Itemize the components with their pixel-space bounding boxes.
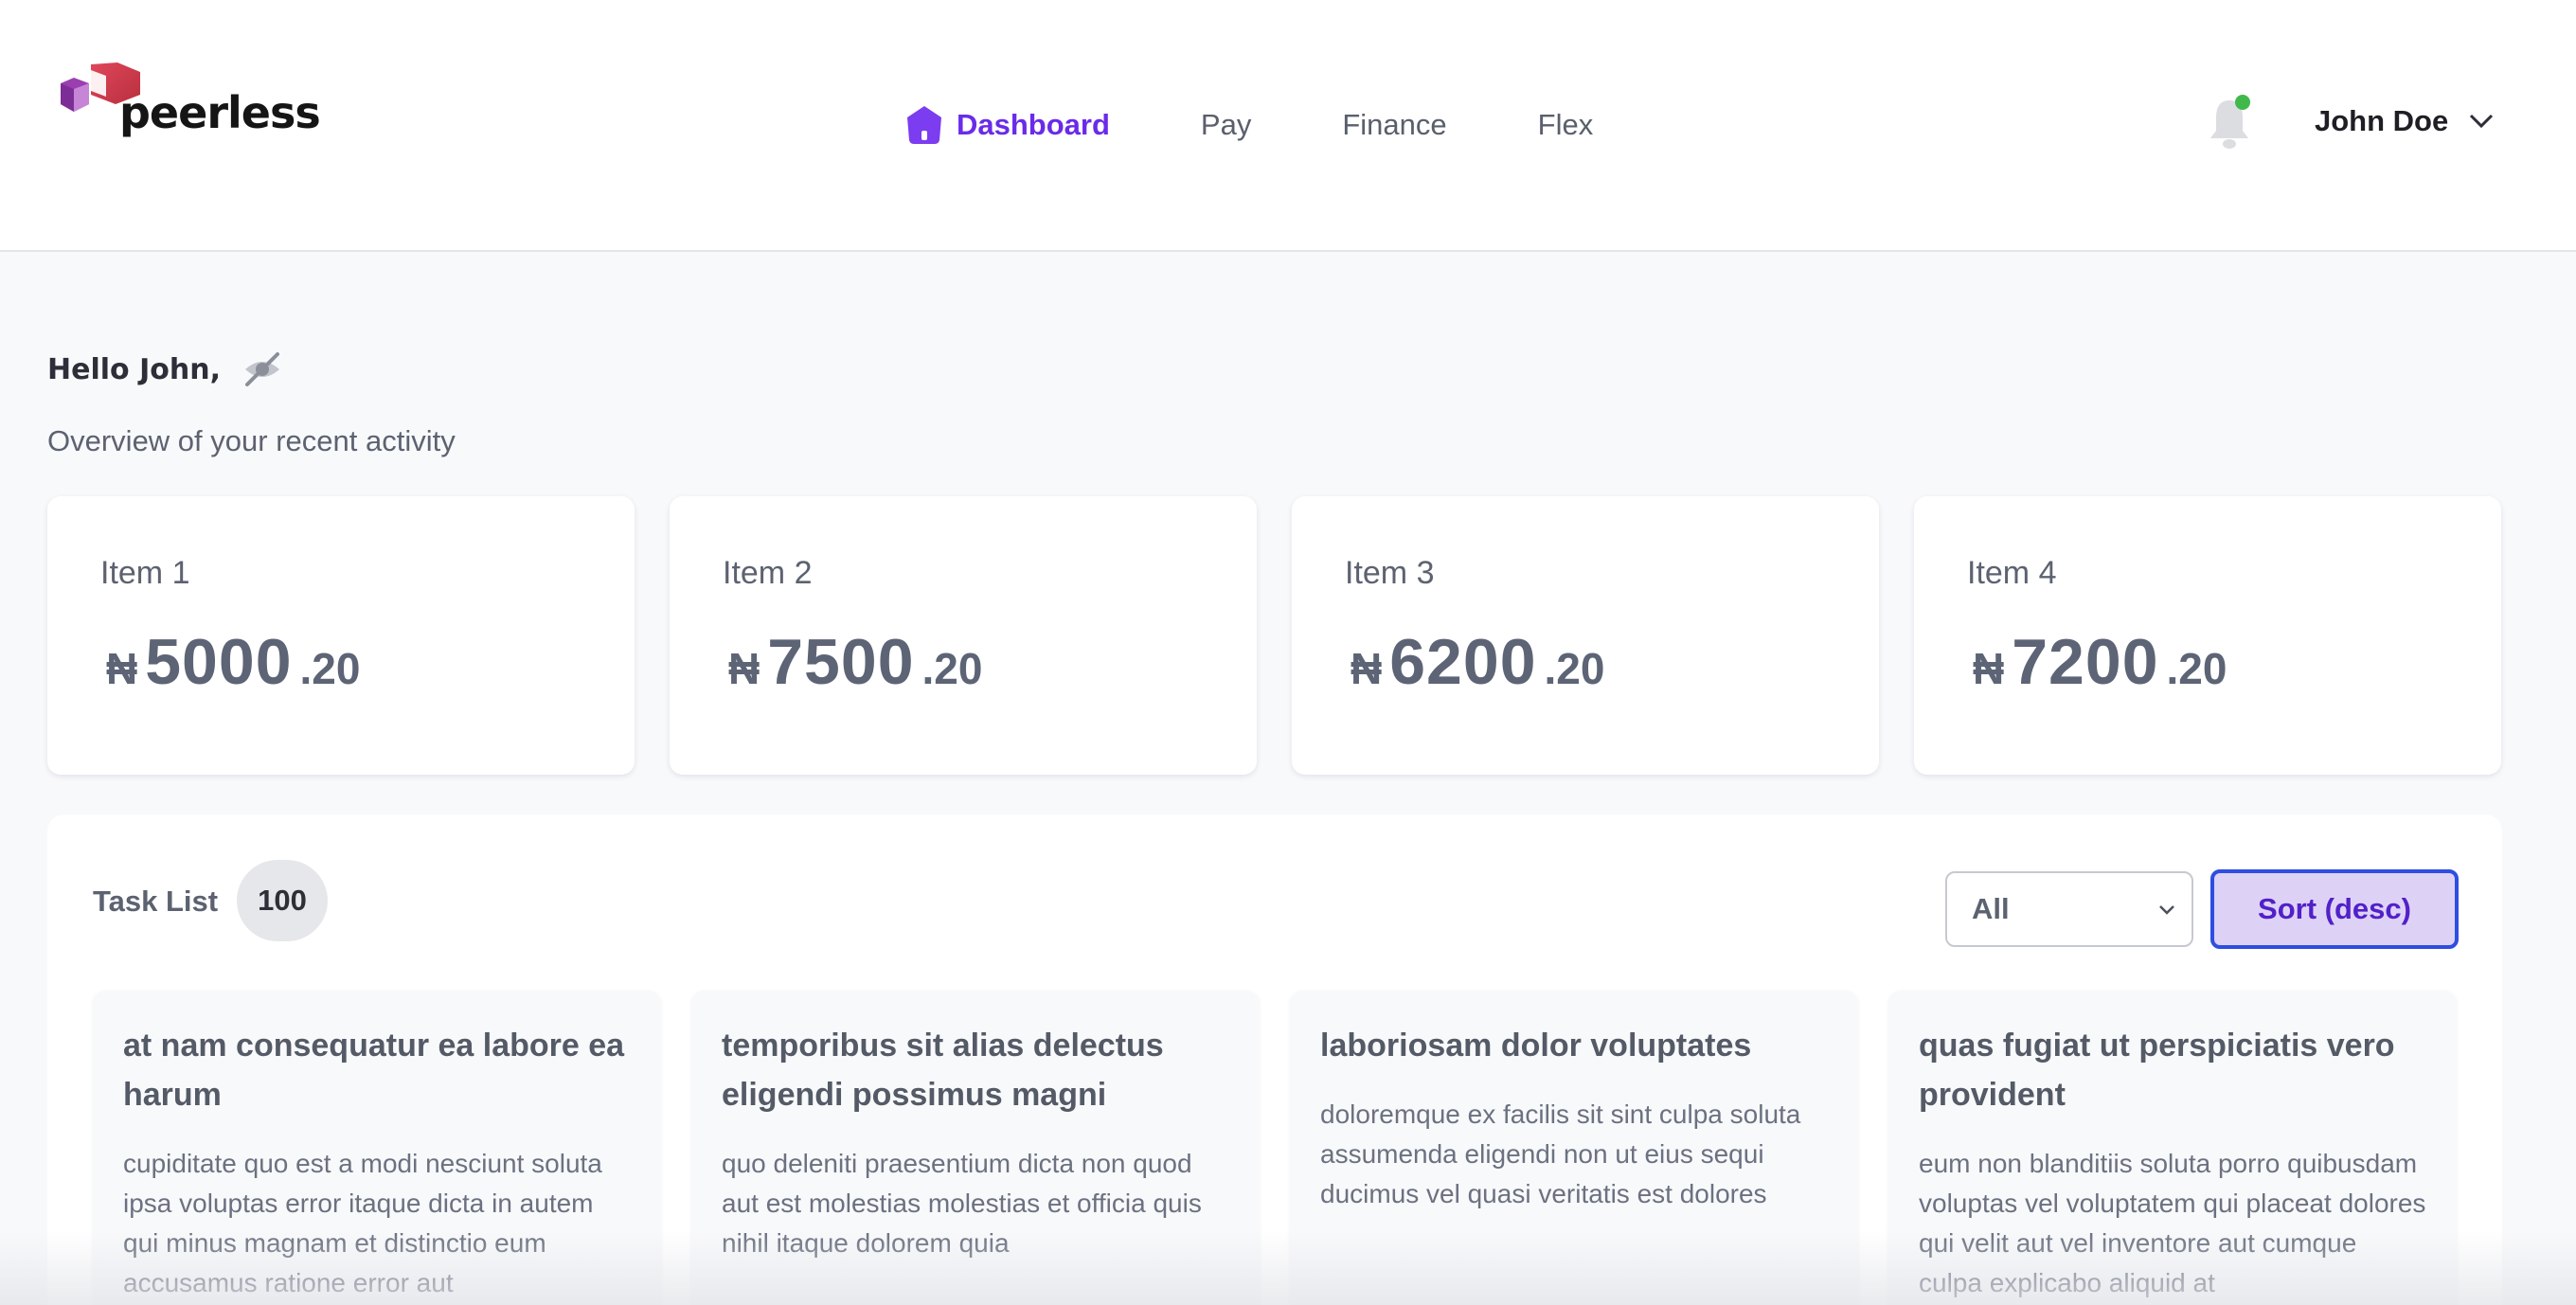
card-amount: ₦ 7200 .20: [1973, 625, 2227, 699]
amount-whole: 7500: [767, 626, 915, 698]
greeting: Hello John,: [47, 349, 283, 390]
summary-card-4[interactable]: Item 4 ₦ 7200 .20: [1914, 496, 2501, 775]
top-header: peerless Dashboard Pay Finance Flex John…: [0, 0, 2576, 252]
summary-card-3[interactable]: Item 3 ₦ 6200 .20: [1292, 496, 1879, 775]
card-label: Item 3: [1345, 555, 1435, 591]
brand-name: peerless: [119, 87, 321, 138]
amount-decimal: .20: [299, 644, 361, 693]
task-title: at nam consequatur ea labore ea harum: [123, 1028, 625, 1113]
filter-select[interactable]: All: [1945, 871, 2193, 947]
nav-pay[interactable]: Pay: [1201, 108, 1251, 142]
filter-select-value: All: [1972, 892, 2010, 925]
currency-symbol: ₦: [728, 644, 760, 693]
task-body: eum non blanditiis soluta porro quibusda…: [1919, 1149, 2426, 1297]
brand-logo[interactable]: peerless: [57, 63, 321, 148]
amount-decimal: .20: [2166, 644, 2227, 693]
nav-dashboard-label: Dashboard: [957, 108, 1110, 141]
task-title: temporibus sit alias delectus eligendi p…: [722, 1028, 1164, 1113]
nav-flex[interactable]: Flex: [1538, 108, 1594, 142]
nav-flex-label: Flex: [1537, 108, 1594, 141]
nav-dashboard[interactable]: Dashboard: [905, 104, 1110, 146]
card-label: Item 4: [1967, 555, 2057, 591]
eye-off-icon[interactable]: [242, 349, 283, 390]
home-icon: [907, 106, 941, 144]
card-amount: ₦ 5000 .20: [106, 625, 360, 699]
page-subtitle: Overview of your recent activity: [47, 424, 456, 457]
amount-decimal: .20: [1544, 644, 1605, 693]
task-list-title: Task List: [93, 885, 219, 918]
user-menu[interactable]: John Doe: [2315, 104, 2494, 138]
sort-button[interactable]: Sort (desc): [2210, 869, 2459, 949]
notification-dot: [2235, 95, 2250, 110]
task-title: quas fugiat ut perspiciatis vero provide…: [1919, 1028, 2395, 1113]
currency-symbol: ₦: [1973, 644, 2005, 693]
summary-card-1[interactable]: Item 1 ₦ 5000 .20: [47, 496, 635, 775]
task-list-panel: Task List 100 All Sort (desc) at nam con…: [47, 814, 2502, 1305]
amount-decimal: .20: [921, 644, 983, 693]
task-body: doloremque ex facilis sit sint culpa sol…: [1320, 1099, 1801, 1208]
task-card[interactable]: at nam consequatur ea labore ea harum cu…: [93, 991, 661, 1305]
nav-finance-label: Finance: [1342, 108, 1447, 141]
card-amount: ₦ 7500 .20: [728, 625, 982, 699]
task-card[interactable]: laboriosam dolor voluptates doloremque e…: [1290, 991, 1858, 1305]
chevron-down-icon: [2159, 905, 2174, 915]
nav-pay-label: Pay: [1200, 108, 1252, 141]
task-card[interactable]: quas fugiat ut perspiciatis vero provide…: [1888, 991, 2457, 1305]
currency-symbol: ₦: [1351, 644, 1383, 693]
card-label: Item 2: [723, 555, 813, 591]
task-count-badge: 100: [237, 860, 328, 941]
task-card[interactable]: temporibus sit alias delectus eligendi p…: [691, 991, 1260, 1305]
chevron-down-icon: [2470, 114, 2494, 129]
card-label: Item 1: [100, 555, 190, 591]
bell-icon[interactable]: [2207, 93, 2252, 152]
task-title: laboriosam dolor voluptates: [1320, 1028, 1752, 1064]
greeting-text: Hello John,: [47, 352, 221, 386]
task-body: cupiditate quo est a modi nesciunt solut…: [123, 1149, 602, 1297]
card-amount: ₦ 6200 .20: [1351, 625, 1604, 699]
nav-finance[interactable]: Finance: [1342, 108, 1446, 142]
currency-symbol: ₦: [106, 644, 138, 693]
amount-whole: 6200: [1389, 626, 1537, 698]
amount-whole: 7200: [2012, 626, 2159, 698]
task-body: quo deleniti praesentium dicta non quod …: [722, 1149, 1202, 1258]
amount-whole: 5000: [145, 626, 293, 698]
summary-card-2[interactable]: Item 2 ₦ 7500 .20: [670, 496, 1257, 775]
main-nav: Dashboard Pay Finance Flex: [905, 98, 1684, 152]
user-name: John Doe: [2315, 104, 2449, 137]
